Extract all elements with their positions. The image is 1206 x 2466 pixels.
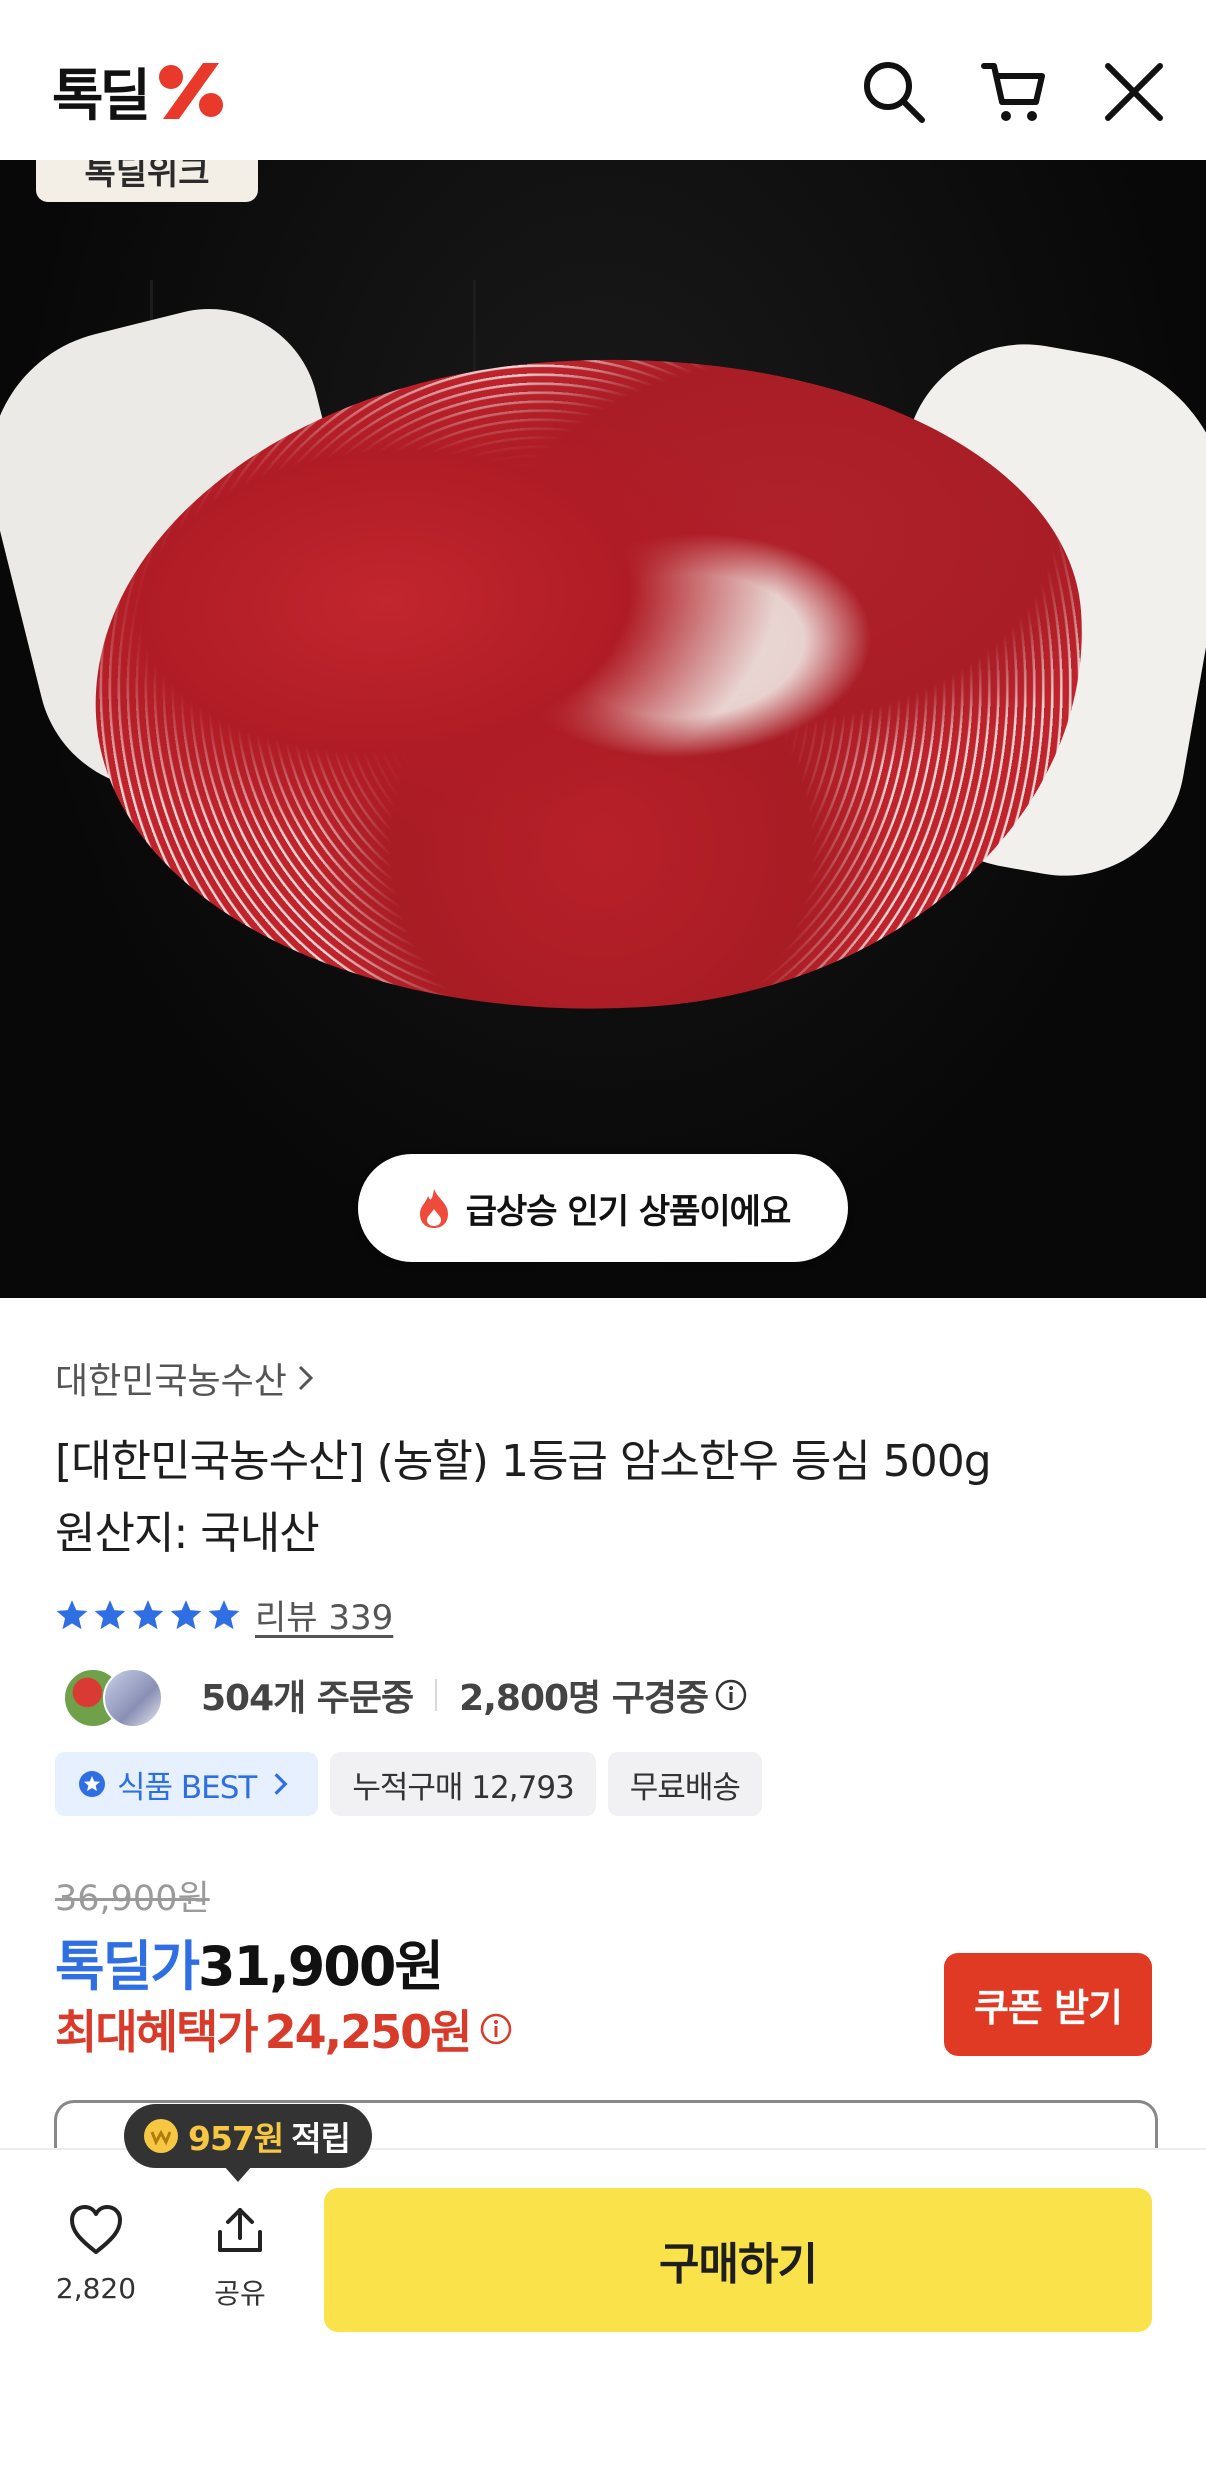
deal-price-label: 톡딜가	[55, 1935, 200, 1998]
max-benefit-value: 24,250원	[264, 2005, 473, 2059]
deal-price-value: 31,900원	[198, 1935, 444, 1998]
tag-label: 식품 BEST	[117, 1769, 257, 1806]
viewers-count: 2,800명 구경중	[459, 1678, 709, 1719]
original-price: 36,900원	[55, 1879, 210, 1919]
product-title: [대한민국농수산] (농할) 1등급 암소한우 등심 500g 원산지: 국내산	[55, 1426, 1155, 1570]
top-header: 톡딜	[0, 0, 1206, 160]
percent-logo-icon	[159, 63, 224, 119]
buy-button[interactable]: 구매하기	[324, 2188, 1152, 2332]
review-link[interactable]: 리뷰 339	[255, 1590, 393, 1639]
chevron-right-icon	[298, 1365, 313, 1391]
food-best-tag[interactable]: 식품 BEST	[55, 1752, 319, 1816]
cart-icon[interactable]	[978, 56, 1050, 128]
cumulative-purchase-tag: 누적구매 12,793	[330, 1752, 596, 1816]
chevron-right-icon	[274, 1773, 288, 1795]
close-icon[interactable]	[1098, 56, 1170, 128]
like-button[interactable]: 2,820	[26, 2200, 166, 2305]
brand-link[interactable]: 대한민국농수산	[55, 1352, 1155, 1404]
tag-row: 식품 BEST 누적구매 12,793 무료배송	[55, 1752, 1155, 1816]
bottom-action-bar: 2,820 공유 구매하기	[0, 2148, 1206, 2466]
logo-text: 톡딜	[52, 63, 151, 129]
heart-icon	[70, 2205, 122, 2254]
star-icon	[208, 1599, 240, 1629]
trending-badge: 급상승 인기 상품이에요	[358, 1154, 848, 1262]
search-icon[interactable]	[858, 56, 930, 128]
rating-row: 리뷰 339	[55, 1590, 1155, 1639]
title-line-2: 원산지: 국내산	[55, 1508, 320, 1559]
app-logo[interactable]: 톡딜	[52, 56, 229, 129]
share-button[interactable]: 공유	[170, 2200, 310, 2312]
max-benefit-label: 최대혜택가	[55, 2005, 259, 2059]
talkdeal-week-badge: 톡딜위크	[36, 160, 258, 202]
star-icon	[170, 1599, 202, 1629]
info-icon[interactable]	[478, 2011, 514, 2047]
star-rating	[55, 1598, 241, 1632]
product-image[interactable]: 톡딜위크	[0, 160, 1206, 1298]
buyer-avatars	[55, 1664, 165, 1728]
brand-name: 대한민국농수산	[55, 1361, 287, 1402]
reward-tooltip: 957원 적립	[124, 2104, 372, 2182]
divider	[435, 1679, 438, 1711]
social-proof-row: 504개 주문중 2,800명 구경중	[55, 1664, 1155, 1728]
star-icon	[94, 1599, 126, 1629]
trending-label: 급상승 인기 상품이에요	[465, 1191, 791, 1232]
star-icon	[132, 1599, 164, 1629]
orders-count: 504개 주문중	[201, 1678, 414, 1719]
coupon-button[interactable]: 쿠폰 받기	[944, 1953, 1152, 2056]
like-count: 2,820	[55, 2272, 137, 2305]
free-shipping-tag: 무료배송	[607, 1752, 762, 1816]
coin-icon	[144, 2119, 178, 2153]
flame-icon	[419, 1189, 448, 1228]
reward-word: 적립	[291, 2119, 351, 2158]
share-label: 공유	[214, 2277, 266, 2310]
badge-star-icon	[79, 1771, 105, 1797]
title-line-1: [대한민국농수산] (농할) 1등급 암소한우 등심 500g	[55, 1436, 992, 1487]
info-icon[interactable]	[714, 1678, 748, 1712]
reward-amount: 957원	[188, 2119, 284, 2158]
star-icon	[56, 1599, 88, 1629]
avatar	[103, 1668, 163, 1728]
share-icon	[218, 2208, 262, 2252]
